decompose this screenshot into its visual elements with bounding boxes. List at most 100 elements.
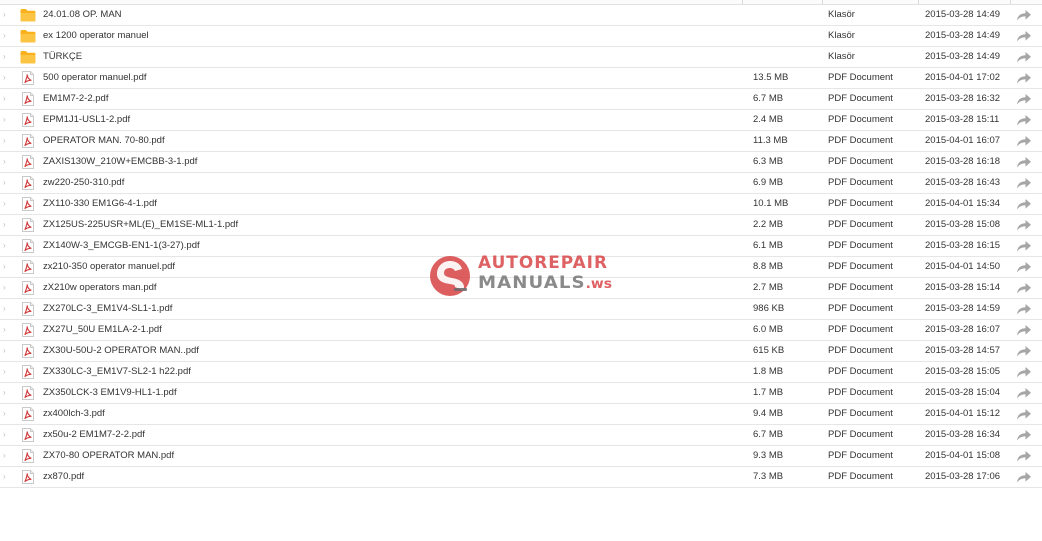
file-row[interactable]: › zw220-250-310.pdf 6.9 MB PDF Document 2015… xyxy=(0,173,1042,194)
file-size: 6.7 MB xyxy=(753,429,784,440)
file-type: PDF Document xyxy=(828,93,893,104)
share-arrow-icon[interactable] xyxy=(1016,30,1032,42)
share-arrow-icon[interactable] xyxy=(1016,387,1032,399)
file-modified-date: 2015-03-28 14:49 xyxy=(925,51,1001,62)
file-row[interactable]: › OPERATOR MAN. 70-80.pdf 11.3 MB PDF Docum… xyxy=(0,131,1042,152)
file-name-link[interactable]: EM1M7-2-2.pdf xyxy=(43,89,108,109)
row-marker-icon: › xyxy=(3,451,6,460)
share-arrow-icon[interactable] xyxy=(1016,240,1032,252)
share-arrow-icon[interactable] xyxy=(1016,303,1032,315)
file-row[interactable]: › 500 operator manuel.pdf 13.5 MB PDF Docum… xyxy=(0,68,1042,89)
pdf-file-icon xyxy=(20,344,36,358)
file-row[interactable]: › EPM1J1-USL1-2.pdf 2.4 MB PDF Document 2015… xyxy=(0,110,1042,131)
file-name-link[interactable]: zx400lch-3.pdf xyxy=(43,404,105,424)
folder-icon xyxy=(20,50,36,64)
file-name-link[interactable]: ZX110-330 EM1G6-4-1.pdf xyxy=(43,194,157,214)
pdf-file-icon xyxy=(20,470,36,484)
file-type: PDF Document xyxy=(828,366,893,377)
file-type: Klasör xyxy=(828,30,855,41)
file-size: 615 KB xyxy=(753,345,785,356)
file-row[interactable]: › ZX110-330 EM1G6-4-1.pdf 10.1 MB PDF Docum… xyxy=(0,194,1042,215)
file-name-link[interactable]: ZX140W-3_EMCGB-EN1-1(3-27).pdf xyxy=(43,236,200,256)
pdf-file-icon xyxy=(20,218,36,232)
file-row[interactable]: › TÜRKÇE Klasör 2015-03-28 14:49 xyxy=(0,47,1042,68)
file-name-link[interactable]: zx210-350 operator manuel.pdf xyxy=(43,257,175,277)
share-arrow-icon[interactable] xyxy=(1016,198,1032,210)
file-type: PDF Document xyxy=(828,345,893,356)
file-row[interactable]: › EM1M7-2-2.pdf 6.7 MB PDF Document 2015-03-… xyxy=(0,89,1042,110)
file-modified-date: 2015-03-28 17:06 xyxy=(925,471,1001,482)
share-arrow-icon[interactable] xyxy=(1016,135,1032,147)
file-name-link[interactable]: zX210w operators man.pdf xyxy=(43,278,157,298)
file-name-link[interactable]: ZAXIS130W_210W+EMCBB-3-1.pdf xyxy=(43,152,197,172)
file-row[interactable]: › ZAXIS130W_210W+EMCBB-3-1.pdf 6.3 MB PDF D… xyxy=(0,152,1042,173)
file-name-link[interactable]: EPM1J1-USL1-2.pdf xyxy=(43,110,130,130)
file-name-link[interactable]: ex 1200 operator manuel xyxy=(43,26,149,46)
file-name-link[interactable]: ZX125US-225USR+ML(E)_EM1SE-ML1-1.pdf xyxy=(43,215,238,235)
file-name-link[interactable]: ZX350LCK-3 EM1V9-HL1-1.pdf xyxy=(43,383,177,403)
file-row[interactable]: › ZX350LCK-3 EM1V9-HL1-1.pdf 1.7 MB PDF Doc… xyxy=(0,383,1042,404)
pdf-file-icon xyxy=(20,113,36,127)
file-name-link[interactable]: ZX330LC-3_EM1V7-SL2-1 h22.pdf xyxy=(43,362,191,382)
share-arrow-icon[interactable] xyxy=(1016,324,1032,336)
file-type: PDF Document xyxy=(828,408,893,419)
row-marker-icon: › xyxy=(3,73,6,82)
share-arrow-icon[interactable] xyxy=(1016,93,1032,105)
share-arrow-icon[interactable] xyxy=(1016,408,1032,420)
file-type: PDF Document xyxy=(828,135,893,146)
file-modified-date: 2015-04-01 15:34 xyxy=(925,198,1001,209)
pdf-file-icon xyxy=(20,71,36,85)
share-arrow-icon[interactable] xyxy=(1016,72,1032,84)
file-name-link[interactable]: TÜRKÇE xyxy=(43,47,82,67)
file-size: 1.7 MB xyxy=(753,387,784,398)
share-arrow-icon[interactable] xyxy=(1016,156,1032,168)
file-name-link[interactable]: ZX30U-50U-2 OPERATOR MAN..pdf xyxy=(43,341,199,361)
share-arrow-icon[interactable] xyxy=(1016,366,1032,378)
file-row[interactable]: › ZX30U-50U-2 OPERATOR MAN..pdf 615 KB PDF … xyxy=(0,341,1042,362)
file-row[interactable]: › ZX70-80 OPERATOR MAN.pdf 9.3 MB PDF Docum… xyxy=(0,446,1042,467)
pdf-file-icon xyxy=(20,176,36,190)
share-arrow-icon[interactable] xyxy=(1016,114,1032,126)
share-arrow-icon[interactable] xyxy=(1016,9,1032,21)
file-type: PDF Document xyxy=(828,387,893,398)
file-name-link[interactable]: zx870.pdf xyxy=(43,467,84,487)
pdf-file-icon xyxy=(20,407,36,421)
file-row[interactable]: › ex 1200 operator manuel Klasör 2015-03-28… xyxy=(0,26,1042,47)
share-arrow-icon[interactable] xyxy=(1016,282,1032,294)
file-row[interactable]: › ZX330LC-3_EM1V7-SL2-1 h22.pdf 1.8 MB PDF … xyxy=(0,362,1042,383)
share-arrow-icon[interactable] xyxy=(1016,261,1032,273)
file-name-link[interactable]: ZX27U_50U EM1LA-2-1.pdf xyxy=(43,320,162,340)
file-row[interactable]: › 24.01.08 OP. MAN Klasör 2015-03-28 14:49 xyxy=(0,5,1042,26)
row-marker-icon: › xyxy=(3,325,6,334)
file-name-link[interactable]: ZX270LC-3_EM1V4-SL1-1.pdf xyxy=(43,299,172,319)
column-divider xyxy=(918,0,919,4)
row-marker-icon: › xyxy=(3,304,6,313)
share-arrow-icon[interactable] xyxy=(1016,345,1032,357)
share-arrow-icon[interactable] xyxy=(1016,219,1032,231)
file-modified-date: 2015-04-01 17:02 xyxy=(925,72,1001,83)
file-name-link[interactable]: 24.01.08 OP. MAN xyxy=(43,5,122,25)
file-name-link[interactable]: ZX70-80 OPERATOR MAN.pdf xyxy=(43,446,174,466)
file-name-link[interactable]: OPERATOR MAN. 70-80.pdf xyxy=(43,131,165,151)
row-marker-icon: › xyxy=(3,115,6,124)
folder-icon xyxy=(20,29,36,43)
file-row[interactable]: › ZX125US-225USR+ML(E)_EM1SE-ML1-1.pdf 2.2… xyxy=(0,215,1042,236)
file-name-link[interactable]: zx50u-2 EM1M7-2-2.pdf xyxy=(43,425,145,445)
share-arrow-icon[interactable] xyxy=(1016,177,1032,189)
file-row[interactable]: › zx400lch-3.pdf 9.4 MB PDF Document 2015-04… xyxy=(0,404,1042,425)
share-arrow-icon[interactable] xyxy=(1016,429,1032,441)
file-type: PDF Document xyxy=(828,198,893,209)
pdf-file-icon xyxy=(20,281,36,295)
file-row[interactable]: › zx870.pdf 7.3 MB PDF Document 2015-03-28 1… xyxy=(0,467,1042,488)
watermark-line-2: MANUALS.ws xyxy=(478,275,612,292)
share-arrow-icon[interactable] xyxy=(1016,471,1032,483)
file-name-link[interactable]: 500 operator manuel.pdf xyxy=(43,68,147,88)
file-row[interactable]: › ZX270LC-3_EM1V4-SL1-1.pdf 986 KB PDF Docu… xyxy=(0,299,1042,320)
share-arrow-icon[interactable] xyxy=(1016,450,1032,462)
file-row[interactable]: › ZX27U_50U EM1LA-2-1.pdf 6.0 MB PDF Docume… xyxy=(0,320,1042,341)
file-size: 9.3 MB xyxy=(753,450,784,461)
share-arrow-icon[interactable] xyxy=(1016,51,1032,63)
file-row[interactable]: › zx50u-2 EM1M7-2-2.pdf 6.7 MB PDF Document… xyxy=(0,425,1042,446)
row-marker-icon: › xyxy=(3,430,6,439)
file-name-link[interactable]: zw220-250-310.pdf xyxy=(43,173,124,193)
